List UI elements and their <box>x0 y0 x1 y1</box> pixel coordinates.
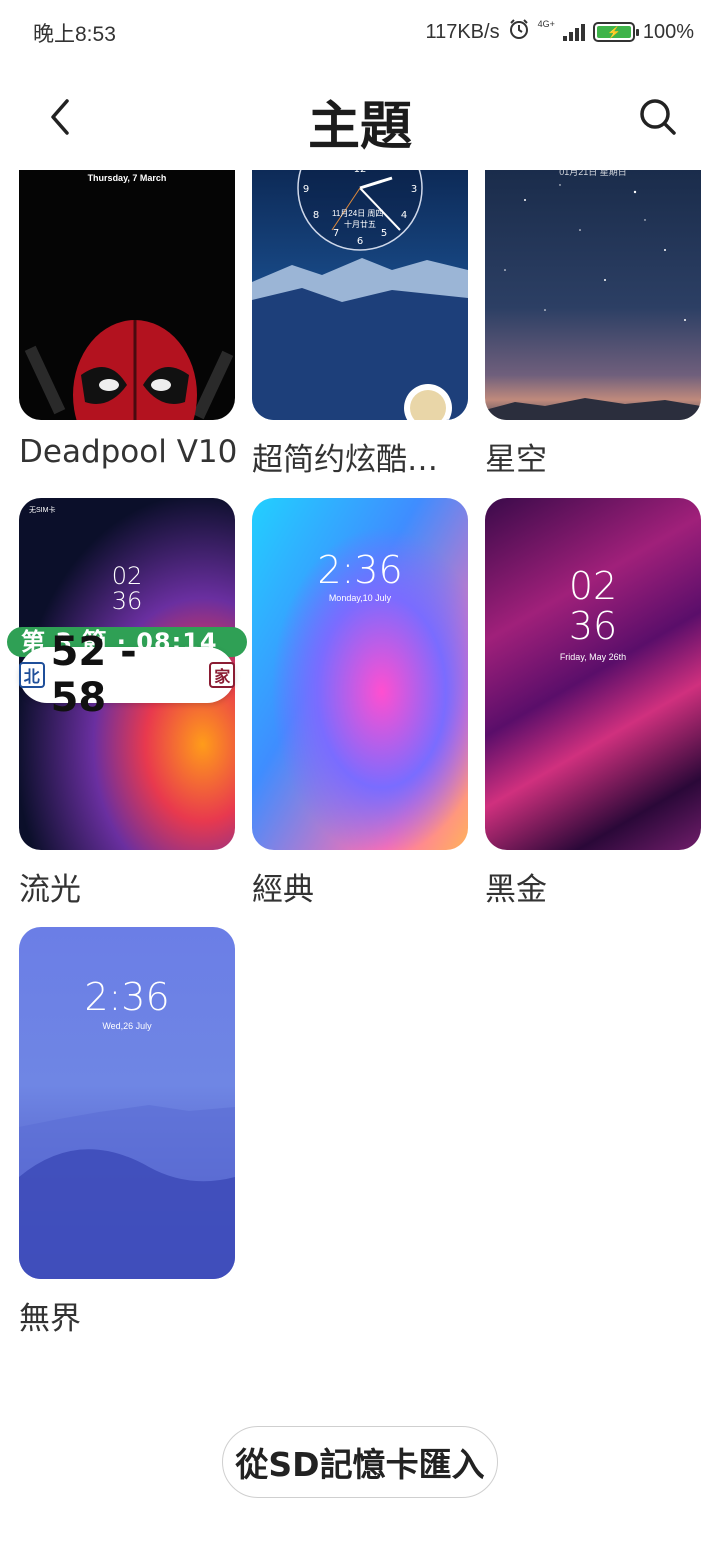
status-indicators: 117KB/s 4G+ ⚡ 100% <box>425 18 694 46</box>
alarm-icon <box>508 18 530 46</box>
score-card: 北 52 - 58 家 <box>19 629 235 721</box>
search-icon <box>640 99 676 135</box>
theme-preview: 12 9 3 6 8 4 7 5 11月24日 周四 十月廿五 <box>252 170 468 420</box>
import-from-sd-button[interactable]: 從SD記憶卡匯入 <box>222 1426 498 1498</box>
deadpool-mask-image <box>24 320 234 420</box>
theme-label: Deadpool V10 <box>19 434 238 470</box>
preview-clock: 02 36 <box>111 562 143 615</box>
theme-preview: 01月21日 星期日 <box>485 170 701 420</box>
preview-sim: 无SIM卡 <box>29 507 56 514</box>
theme-label: 流光 <box>19 872 81 908</box>
svg-text:6: 6 <box>357 236 363 247</box>
theme-label: 星空 <box>485 442 547 478</box>
theme-label: 超简约炫酷… <box>252 442 438 478</box>
svg-text:4: 4 <box>401 210 407 221</box>
theme-preview: 2:36 Wed,26 July <box>19 927 235 1279</box>
theme-preview: 02 36 Friday, May 26th <box>485 498 701 850</box>
svg-text:7: 7 <box>333 228 339 239</box>
score-value: 52 - 58 <box>50 629 137 721</box>
status-time: 晚上8:53 <box>33 23 116 46</box>
star-field-image <box>485 184 701 420</box>
theme-card-minimal-clock[interactable]: 12 9 3 6 8 4 7 5 11月24日 周四 十月廿五 超简约炫酷… <box>252 170 468 478</box>
theme-label: 經典 <box>252 872 314 908</box>
battery-level: 100% <box>642 20 694 43</box>
theme-card-deadpool[interactable]: Thursday, 7 March Deadpool V10 <box>19 170 237 470</box>
away-team-icon: 家 <box>209 662 235 688</box>
preview-date: Friday, May 26th <box>559 652 627 662</box>
preview-date: Monday,10 July <box>328 593 392 603</box>
network-type: 4G+ <box>537 19 555 29</box>
preview-clock: 2:36 <box>317 548 403 592</box>
svg-text:8: 8 <box>313 210 319 221</box>
svg-text:9: 9 <box>303 184 309 195</box>
theme-label: 無界 <box>19 1301 81 1337</box>
score-overlay[interactable]: 第 3 節 · 08:14 北 52 - 58 家 <box>7 627 247 721</box>
theme-preview: 2:36 Monday,10 July <box>252 498 468 850</box>
header: 主題 <box>0 70 720 166</box>
status-bar: 晚上8:53 117KB/s 4G+ ⚡ 100% <box>0 0 720 64</box>
theme-preview: Thursday, 7 March <box>19 170 235 420</box>
svg-text:12: 12 <box>354 170 367 175</box>
theme-card-boundless[interactable]: 2:36 Wed,26 July 無界 <box>19 927 235 1337</box>
search-button[interactable] <box>634 92 682 142</box>
theme-card-classic[interactable]: 2:36 Monday,10 July 經典 <box>252 498 468 908</box>
signal-icon <box>562 23 585 41</box>
page-title: 主題 <box>307 97 412 157</box>
theme-card-black-gold[interactable]: 02 36 Friday, May 26th 黑金 <box>485 498 701 908</box>
preview-clock: 02 36 <box>568 564 618 648</box>
theme-card-starry-sky[interactable]: 01月21日 星期日 星空 <box>485 170 701 478</box>
battery-icon: ⚡ <box>592 22 639 42</box>
svg-text:5: 5 <box>381 228 387 239</box>
preview-date: 11月24日 周四 <box>332 209 384 218</box>
theme-label: 黑金 <box>485 872 547 908</box>
svg-text:3: 3 <box>411 184 417 195</box>
desert-dunes-image <box>19 1105 235 1279</box>
network-speed: 117KB/s <box>425 20 500 43</box>
home-team-icon: 北 <box>19 662 45 688</box>
preview-lunar: 十月廿五 <box>344 220 376 229</box>
